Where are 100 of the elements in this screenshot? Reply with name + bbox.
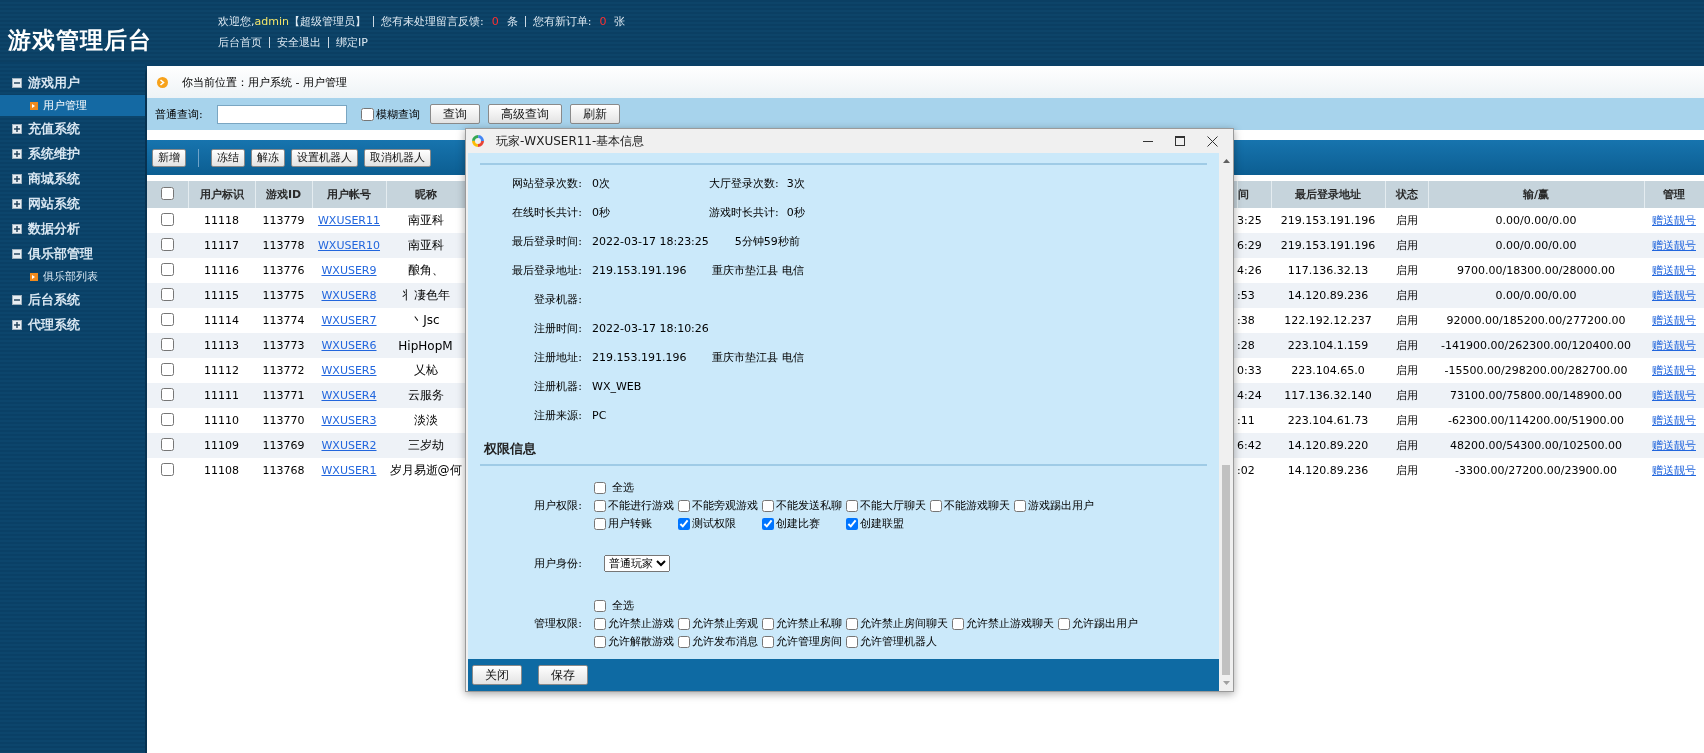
field-label: 登录机器: (533, 292, 582, 307)
toolbar-button[interactable]: 新增 (152, 148, 186, 167)
row-checkbox[interactable] (161, 462, 174, 476)
toolbar-button[interactable]: 设置机器人 (291, 148, 358, 167)
permission-checkbox[interactable] (678, 517, 690, 530)
nav-item[interactable]: 代理系统 (28, 315, 80, 334)
gift-link[interactable]: 赠送靓号 (1652, 214, 1696, 227)
toolbar-button[interactable]: 冻结 (211, 148, 245, 167)
gift-link[interactable]: 赠送靓号 (1652, 314, 1696, 327)
permission-checkbox[interactable] (846, 635, 858, 648)
dialog-button[interactable]: 关闭 (472, 665, 522, 685)
game-id-cell: 113770 (255, 408, 312, 433)
account-link[interactable]: WXUSER11 (317, 214, 380, 227)
checkbox-label: 模糊查询 (375, 106, 420, 122)
row-checkbox[interactable] (161, 312, 174, 326)
identity-select[interactable]: 普通玩家 (604, 555, 670, 572)
row-checkbox[interactable] (161, 262, 174, 276)
field-value: 0秒 (786, 205, 805, 220)
user-id-cell: 11112 (188, 358, 255, 383)
permission-checkbox[interactable] (952, 617, 964, 630)
row-checkbox[interactable] (161, 387, 174, 401)
nickname-cell: 丬凄色年 (386, 283, 465, 308)
nav-item[interactable]: 网站系统 (28, 194, 80, 213)
nickname-cell: 南亚科 (386, 208, 465, 233)
permission-checkbox[interactable] (762, 635, 774, 648)
permission-checkbox[interactable] (762, 617, 774, 630)
row-checkbox[interactable] (161, 362, 174, 376)
header-link[interactable]: 绑定IP (336, 35, 368, 50)
breadcrumb: 你当前位置：用户系统 - 用户管理 (182, 74, 347, 90)
checkbox-label: 允许管理房间 (776, 634, 842, 649)
fuzzy-checkbox[interactable] (360, 107, 374, 121)
nav-item[interactable]: 后台系统 (28, 290, 80, 309)
account-link[interactable]: WXUSER5 (321, 364, 377, 377)
permission-checkbox[interactable] (678, 617, 690, 630)
header-link[interactable]: 安全退出 (277, 35, 321, 50)
scrollbar[interactable] (1219, 153, 1233, 691)
permission-checkbox[interactable] (762, 517, 774, 530)
permission-checkbox[interactable] (1014, 499, 1026, 512)
nav-subitem[interactable]: 用户管理 (0, 95, 145, 116)
row-checkbox[interactable] (161, 412, 174, 426)
nickname-cell: HipHopM (386, 333, 465, 358)
nav-item[interactable]: 商城系统 (28, 169, 80, 188)
nav-item[interactable]: 俱乐部管理 (28, 244, 93, 263)
select-all-checkbox[interactable] (160, 186, 174, 200)
header-link[interactable]: 后台首页 (218, 35, 262, 50)
checkbox-label: 测试权限 (692, 516, 736, 531)
row-checkbox[interactable] (161, 287, 174, 301)
row-checkbox[interactable] (161, 437, 174, 451)
scroll-up-icon (1222, 159, 1230, 163)
account-link[interactable]: WXUSER1 (321, 464, 377, 477)
checkbox-label: 不能大厅聊天 (860, 498, 926, 513)
role-label: 【超级管理员】 (288, 14, 366, 29)
toolbar-button[interactable]: 取消机器人 (364, 148, 431, 167)
permission-checkbox[interactable] (762, 499, 774, 512)
field-label: 注册来源: (533, 408, 582, 423)
address-cell: 14.120.89.236 (1271, 458, 1385, 483)
select-all-checkbox[interactable] (594, 599, 606, 612)
permission-checkbox[interactable] (594, 499, 606, 512)
nav-item[interactable]: 游戏用户 (28, 73, 80, 92)
account-link[interactable]: WXUSER7 (321, 314, 377, 327)
permission-checkbox[interactable] (930, 499, 942, 512)
permission-checkbox[interactable] (846, 517, 858, 530)
nav-item[interactable]: 充值系统 (28, 119, 80, 138)
toolbar-button[interactable]: 解冻 (251, 148, 285, 167)
permission-checkbox[interactable] (594, 517, 606, 530)
win-loss-cell: -3300.00/27200.00/23900.00 (1428, 458, 1644, 483)
nav-item[interactable]: 系统维护 (28, 144, 80, 163)
field-label: 在线时长共计: (511, 205, 582, 220)
search-button[interactable]: 查询 (429, 104, 480, 124)
select-all-checkbox[interactable] (594, 481, 606, 494)
nav-subitem[interactable]: 俱乐部列表 (0, 266, 145, 287)
nav-item[interactable]: 数据分析 (28, 219, 80, 238)
win-loss-cell: 9700.00/18300.00/28000.00 (1428, 258, 1644, 283)
gift-link[interactable]: 赠送靓号 (1652, 364, 1696, 377)
gift-link[interactable]: 赠送靓号 (1652, 264, 1696, 277)
search-button[interactable]: 高级查询 (487, 104, 562, 124)
row-checkbox[interactable] (161, 212, 174, 226)
search-field[interactable] (216, 104, 347, 124)
row-checkbox[interactable] (161, 237, 174, 251)
status-cell: 启用 (1385, 208, 1428, 233)
field-label: 用户身份: (533, 556, 582, 571)
gift-link[interactable]: 赠送靓号 (1652, 414, 1696, 427)
permission-checkbox[interactable] (846, 617, 858, 630)
account-link[interactable]: WXUSER3 (321, 414, 377, 427)
arrow-icon (30, 101, 38, 110)
account-link[interactable]: WXUSER9 (321, 264, 377, 277)
row-checkbox[interactable] (161, 337, 174, 351)
permission-checkbox[interactable] (846, 499, 858, 512)
user-id-cell: 11111 (188, 383, 255, 408)
permission-checkbox[interactable] (1058, 617, 1070, 630)
permission-checkbox[interactable] (594, 635, 606, 648)
permission-checkbox[interactable] (678, 499, 690, 512)
status-cell: 启用 (1385, 308, 1428, 333)
permission-checkbox[interactable] (678, 635, 690, 648)
search-button[interactable]: 刷新 (569, 104, 620, 124)
scroll-thumb[interactable] (1222, 465, 1230, 675)
permission-checkbox[interactable] (594, 617, 606, 630)
dialog-button[interactable]: 保存 (538, 665, 588, 685)
gift-link[interactable]: 赠送靓号 (1652, 464, 1696, 477)
user-id-cell: 11116 (188, 258, 255, 283)
